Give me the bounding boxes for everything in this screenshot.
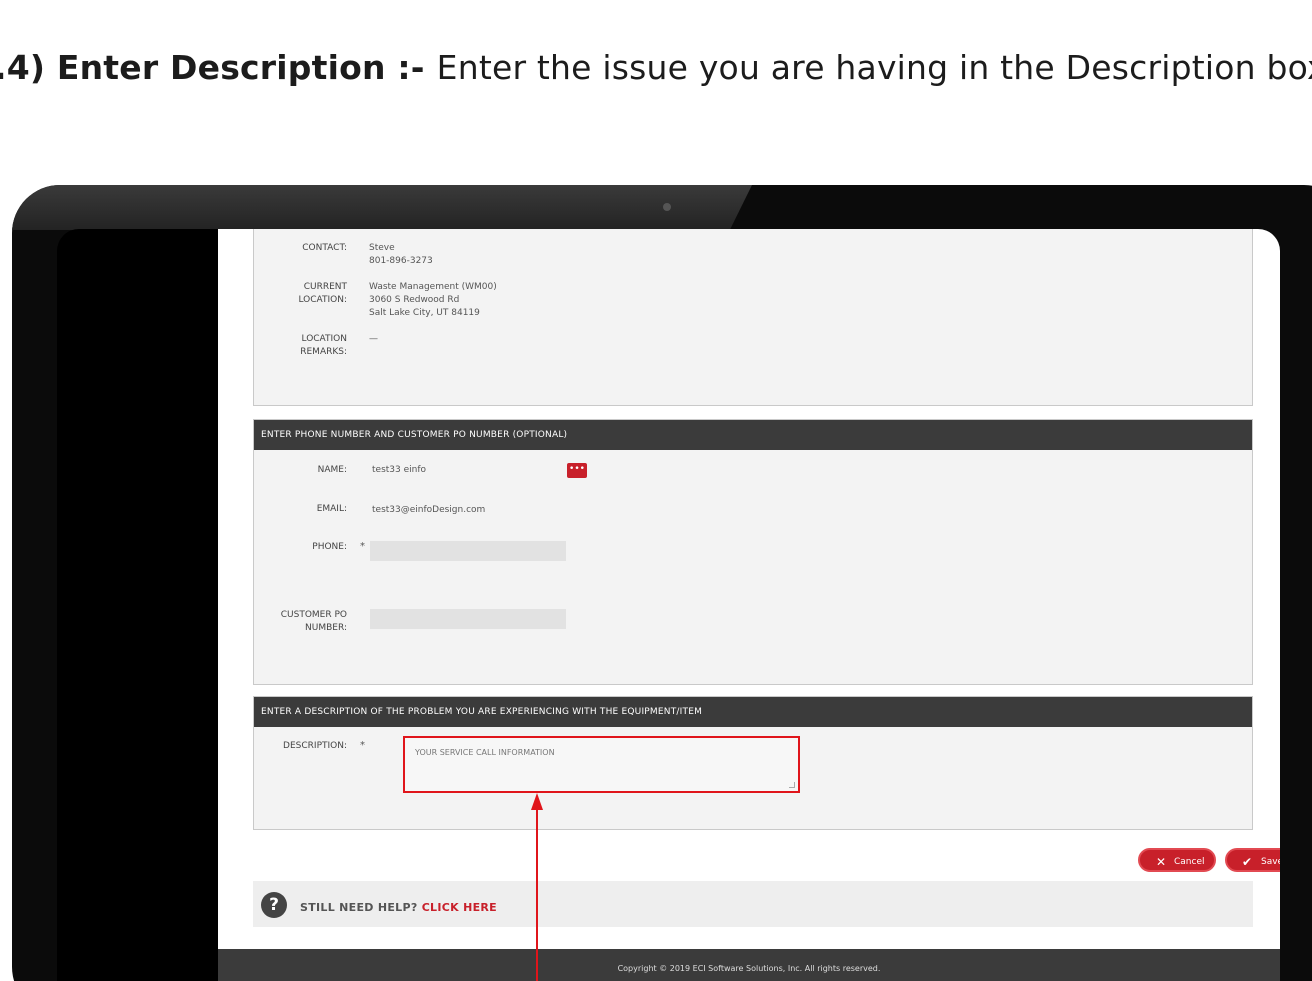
footer: Copyright © 2019 ECI Software Solutions,…: [218, 949, 1280, 981]
cancel-button[interactable]: ✕ Cancel: [1138, 848, 1216, 872]
help-prompt: STILL NEED HELP?: [300, 901, 418, 914]
customer-po-input[interactable]: [370, 609, 566, 629]
description-panel-header: ENTER A DESCRIPTION OF THE PROBLEM YOU A…: [254, 697, 1252, 727]
help-link[interactable]: CLICK HERE: [422, 901, 497, 914]
save-label: Save: [1261, 857, 1280, 867]
location-remarks-label-1: LOCATION: [301, 334, 348, 344]
description-body: DESCRIPTION: * YOUR SERVICE CALL INFORMA…: [254, 727, 1252, 831]
phone-label: PHONE:: [312, 542, 347, 552]
name-value: test33 einfo: [372, 465, 427, 475]
description-textarea[interactable]: YOUR SERVICE CALL INFORMATION: [403, 736, 800, 793]
resize-grip-icon[interactable]: [789, 782, 795, 788]
phone-required-marker: *: [360, 541, 365, 552]
current-location-label-1: CURRENT: [303, 282, 347, 292]
close-icon: ✕: [1156, 855, 1167, 869]
name-lookup-button[interactable]: •••: [567, 463, 587, 478]
phone-po-panel: ENTER PHONE NUMBER AND CUSTOMER PO NUMBE…: [253, 419, 1253, 685]
save-button[interactable]: ✔ Save: [1225, 848, 1280, 872]
instruction-text: Enter the issue you are having in the De…: [436, 48, 1312, 87]
annotation-arrow-line: [536, 796, 538, 981]
device-bezel: CONTACT: Steve 801-896-3273 CURRENT LOCA…: [12, 185, 1312, 981]
instruction-heading: .4) Enter Description :- Enter the issue …: [0, 48, 1312, 87]
bezel-shine: [12, 185, 752, 230]
email-value: test33@einfoDesign.com: [372, 505, 486, 515]
help-text: STILL NEED HELP? CLICK HERE: [300, 901, 497, 914]
location-line-1: Waste Management (WM00): [369, 282, 497, 292]
description-placeholder: YOUR SERVICE CALL INFORMATION: [415, 748, 555, 757]
location-line-3: Salt Lake City, UT 84119: [369, 308, 480, 318]
phone-input[interactable]: [370, 541, 566, 561]
description-panel: ENTER A DESCRIPTION OF THE PROBLEM YOU A…: [253, 696, 1253, 830]
copyright-text: Copyright © 2019 ECI Software Solutions,…: [617, 964, 881, 973]
instruction-step: .4) Enter Description :-: [0, 48, 425, 87]
location-panel: CONTACT: Steve 801-896-3273 CURRENT LOCA…: [253, 229, 1253, 406]
email-label: EMAIL:: [316, 504, 347, 514]
device-screen: CONTACT: Steve 801-896-3273 CURRENT LOCA…: [57, 229, 1280, 981]
description-required-marker: *: [360, 740, 365, 751]
current-location-label-2: LOCATION:: [298, 295, 347, 305]
customer-po-label-2: NUMBER:: [305, 623, 347, 633]
service-call-page: CONTACT: Steve 801-896-3273 CURRENT LOCA…: [218, 229, 1280, 981]
location-remarks-label-2: REMARKS:: [300, 347, 347, 357]
contact-label: CONTACT:: [302, 243, 347, 253]
question-icon: ?: [261, 892, 287, 918]
contact-phone: 801-896-3273: [369, 256, 433, 266]
location-remarks-value: —: [369, 334, 378, 344]
contact-name: Steve: [369, 243, 395, 253]
help-bar: ? STILL NEED HELP? CLICK HERE: [253, 881, 1253, 927]
customer-po-label-1: CUSTOMER PO: [280, 610, 347, 620]
annotation-arrow-head: [531, 793, 543, 810]
cancel-label: Cancel: [1174, 857, 1205, 867]
phone-panel-header: ENTER PHONE NUMBER AND CUSTOMER PO NUMBE…: [254, 420, 1252, 450]
name-label: NAME:: [317, 465, 347, 475]
location-line-2: 3060 S Redwood Rd: [369, 295, 460, 305]
camera-icon: [663, 203, 671, 211]
checkmark-icon: ✔: [1242, 855, 1253, 869]
description-label: DESCRIPTION:: [283, 741, 347, 751]
